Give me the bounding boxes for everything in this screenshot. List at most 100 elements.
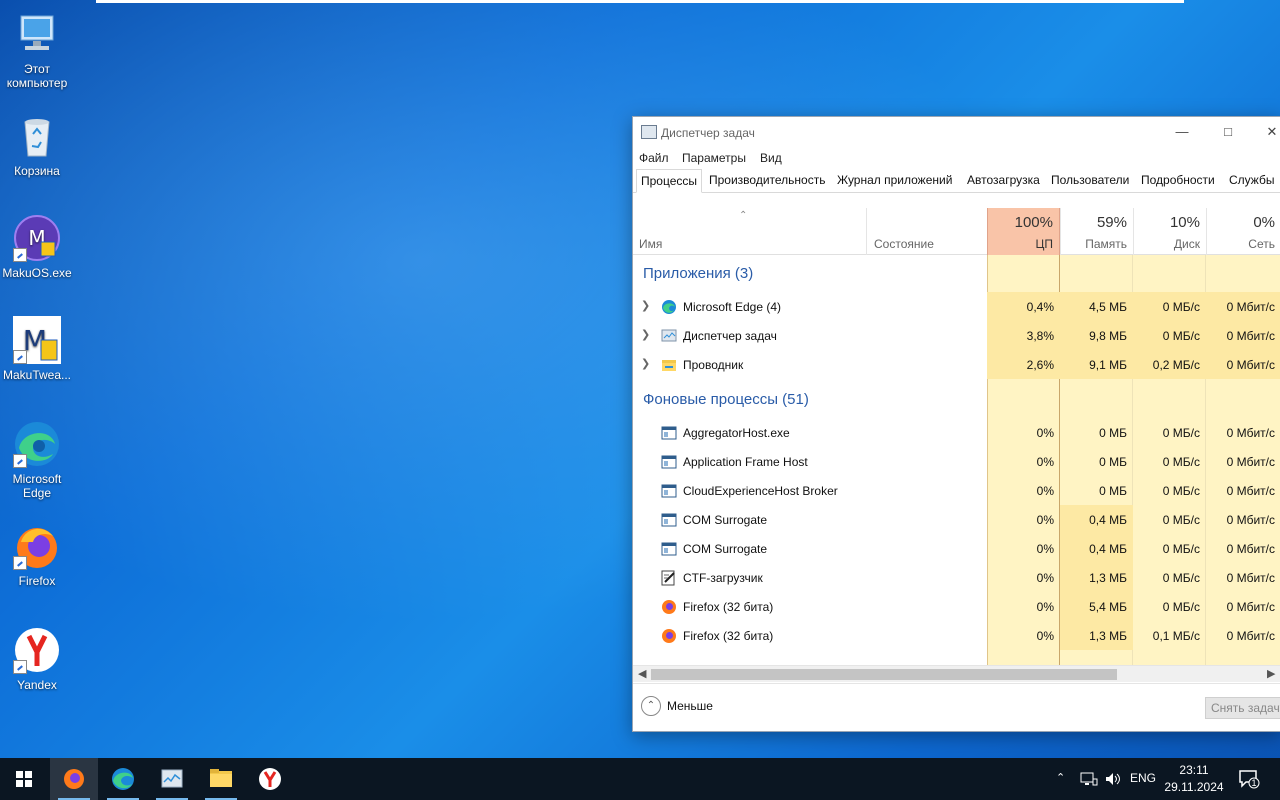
taskbar-task-manager[interactable] [148,758,196,800]
close-button[interactable]: ✕ [1249,117,1280,147]
minimize-button[interactable]: — [1159,117,1205,147]
menu-view[interactable]: Вид [760,151,782,165]
column-memory[interactable]: 59% Память [1060,208,1133,255]
disk-cell: 0 МБ/с [1133,321,1206,350]
memory-cell: 0 МБ [1099,455,1127,469]
column-network[interactable]: 0% Сеть [1206,208,1280,255]
scroll-right-icon[interactable]: ▶ [1267,667,1275,680]
window-app-icon [661,541,677,557]
network-cell: 0 Мбит/с [1206,321,1280,350]
desktop-icon-label: Microsoft Edge [12,472,62,500]
memory-cell: 9,8 МБ [1060,321,1133,350]
chevron-right-icon[interactable]: ❯ [641,299,650,312]
tab-performance[interactable]: Производительность [705,169,829,193]
group-header-background[interactable]: Фоновые процессы (51) [633,385,1280,415]
tab-processes[interactable]: Процессы [636,169,703,193]
recycle-bin-icon [13,112,61,160]
language-indicator[interactable]: ENG [1130,771,1156,785]
desktop-icon-edge[interactable]: Microsoft Edge [0,420,74,500]
cpu-cell: 0% [1036,484,1054,498]
memory-cell: 1,3 МБ [1060,563,1133,592]
process-row[interactable]: ❯ Проводник 2,6% 9,1 МБ 0,2 МБ/с 0 Мбит/с [633,350,1280,379]
process-name: COM Surrogate [683,542,768,556]
column-cpu[interactable]: 100% ЦП [987,208,1060,255]
menu-options[interactable]: Параметры [682,151,746,165]
cpu-label: ЦП [1035,237,1053,251]
scroll-left-icon[interactable]: ◀ [638,667,646,680]
menu-bar: Файл Параметры Вид [633,147,1280,169]
scrollbar-thumb[interactable] [651,669,1117,680]
process-row[interactable]: ❯ Microsoft Edge (4) 0,4% 4,5 МБ 0 МБ/с 0 Мби… [633,292,1280,321]
show-hidden-icons-button[interactable]: ⌃ [1056,771,1065,784]
process-row[interactable]: Firefox (32 бита) 0% 1,3 МБ 0,1 МБ/с 0 Мбит/… [633,621,1280,650]
start-button[interactable] [0,758,48,800]
taskbar: ⌃ ENG 23:11 29.11.2024 1 [0,758,1280,800]
tab-services[interactable]: Службы [1225,169,1278,193]
process-name: Диспетчер задач [683,329,777,343]
chevron-right-icon[interactable]: ❯ [641,357,650,370]
process-row[interactable]: AggregatorHost.exe 0% 0 МБ 0 МБ/с 0 Мбит/с [633,418,1280,447]
network-cell: 0 Мбит/с [1226,600,1275,614]
cpu-cell: 0% [1036,455,1054,469]
group-title: Фоновые процессы (51) [643,391,809,408]
desktop-icon-label: MakuTwea... [2,368,72,382]
process-row[interactable]: Application Frame Host 0% 0 МБ 0 МБ/с 0 Мбит… [633,447,1280,476]
process-row[interactable]: ❯ Диспетчер задач 3,8% 9,8 МБ 0 МБ/с 0 Мбит/с [633,321,1280,350]
disk-cell: 0 МБ/с [1162,455,1200,469]
column-disk[interactable]: 10% Диск [1133,208,1206,255]
firefox-icon [13,522,61,570]
shortcut-arrow-icon [13,556,27,570]
clock-time: 23:11 [1179,763,1209,777]
task-manager-icon [661,328,677,344]
action-center-button[interactable]: 1 [1238,768,1260,790]
tab-users[interactable]: Пользователи [1047,169,1133,193]
group-title: Приложения (3) [643,265,754,282]
process-row[interactable]: Firefox (32 бита) 0% 5,4 МБ 0 МБ/с 0 Мбит/с [633,592,1280,621]
taskbar-firefox[interactable] [50,758,98,800]
cpu-cell: 0% [1036,600,1054,614]
firefox-icon [64,769,84,789]
menu-file[interactable]: Файл [639,151,669,165]
volume-icon[interactable] [1104,771,1122,787]
network-label: Сеть [1248,237,1275,251]
clock-date: 29.11.2024 [1164,780,1224,794]
tab-app-history[interactable]: Журнал приложений [833,169,956,193]
process-row[interactable]: CTF-загрузчик 0% 1,3 МБ 0 МБ/с 0 Мбит/с [633,563,1280,592]
explorer-folder-icon [661,357,677,373]
process-name: Firefox (32 бита) [683,600,774,614]
clock[interactable]: 23:11 29.11.2024 [1162,762,1226,796]
maximize-button[interactable]: □ [1205,117,1251,147]
process-row[interactable]: COM Surrogate 0% 0,4 МБ 0 МБ/с 0 Мбит/с [633,534,1280,563]
desktop-icon-makutweaker[interactable]: M MakuTwea... [0,316,74,382]
process-row[interactable]: COM Surrogate 0% 0,4 МБ 0 МБ/с 0 Мбит/с [633,505,1280,534]
column-name[interactable]: ⌃ Имя [633,208,866,255]
disk-percent: 10% [1169,214,1200,231]
process-row[interactable]: CloudExperienceHost Broker 0% 0 МБ 0 МБ/с 0 … [633,476,1280,505]
tab-details[interactable]: Подробности [1137,169,1219,193]
network-cell: 0 Мбит/с [1206,292,1280,321]
title-bar[interactable]: Диспетчер задач — □ ✕ [633,117,1280,147]
column-status[interactable]: Состояние [866,208,987,255]
taskbar-explorer[interactable] [197,758,245,800]
cpu-cell: 0% [1036,426,1054,440]
end-task-button[interactable]: Снять задачу [1205,697,1280,719]
network-percent: 0% [1253,214,1275,231]
desktop-icon-recycle-bin[interactable]: Корзина [0,112,74,178]
taskbar-edge[interactable] [99,758,147,800]
cpu-cell: 0% [1036,629,1054,643]
horizontal-scrollbar[interactable]: ◀ ▶ [633,665,1280,682]
tab-startup[interactable]: Автозагрузка [963,169,1044,193]
process-name: CTF-загрузчик [683,571,763,585]
network-icon[interactable] [1080,771,1098,787]
desktop-icon-this-pc[interactable]: Этот компьютер [0,10,74,90]
network-cell: 0 Мбит/с [1226,455,1275,469]
group-header-apps[interactable]: Приложения (3) [633,259,1280,289]
desktop-icon-firefox[interactable]: Firefox [0,522,74,588]
window-footer: ⌃ Меньше Снять задачу [633,683,1280,731]
taskbar-yandex[interactable] [246,758,294,800]
desktop-icon-label: Yandex [17,678,57,692]
chevron-right-icon[interactable]: ❯ [641,328,650,341]
desktop-icon-makuos[interactable]: M MakuOS.exe [0,214,74,280]
process-name: AggregatorHost.exe [683,426,790,440]
desktop-icon-yandex[interactable]: Yandex [0,626,74,692]
